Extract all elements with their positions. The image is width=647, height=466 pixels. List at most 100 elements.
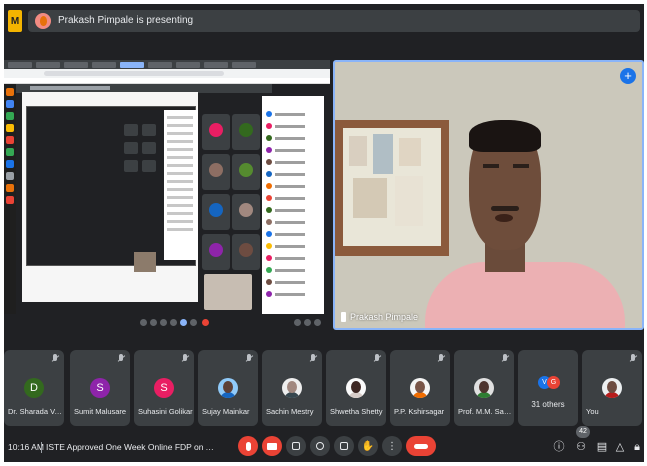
chat-icon[interactable]: ▤ (595, 440, 609, 454)
emoji-icon (316, 442, 324, 450)
shared-dock (4, 84, 16, 320)
participant-name: Prof. M.M. Sam... (458, 407, 514, 416)
presenting-banner[interactable]: Prakash Pimpale is presenting (28, 10, 640, 32)
presenter-shirt (425, 262, 625, 328)
mic-off-icon (245, 441, 251, 451)
avatar (474, 378, 494, 398)
bottom-bar: 10:16 AM ISTE Approved One Week Online F… (4, 426, 644, 462)
shared-address-bar (4, 69, 330, 78)
participant-name: Shwetha Shetty (330, 407, 383, 416)
nested-self-view (134, 252, 156, 272)
shared-tile (202, 114, 230, 150)
avatar (282, 378, 302, 398)
nested-tile (142, 160, 156, 172)
present-button[interactable] (334, 436, 354, 456)
participant-strip: D Dr. Sharada V. ... S Sumit Malusare S … (4, 350, 644, 430)
leave-call-icon (414, 443, 428, 449)
activities-icon[interactable]: △ (613, 440, 627, 454)
shared-tile (202, 194, 230, 230)
presenting-icon (341, 312, 346, 322)
participant-name: Dr. Sharada V. ... (8, 407, 64, 416)
mic-off-icon (501, 354, 510, 364)
presenting-text: Prakash Pimpale is presenting (58, 15, 194, 26)
others-tile[interactable]: V G 31 others (518, 350, 578, 426)
mic-off-icon (309, 354, 318, 364)
avatar: S (90, 378, 110, 398)
participant-tile[interactable]: P.P. Kshirsagar (390, 350, 450, 426)
shared-browser-tabs (4, 60, 330, 69)
participant-tile[interactable]: D Dr. Sharada V. ... (4, 350, 64, 426)
avatar (602, 378, 622, 398)
raise-hand-icon: ✋ (361, 440, 375, 452)
mic-off-icon (629, 354, 638, 364)
participant-name: Sujay Mainkar (202, 407, 250, 416)
mic-off-icon (373, 354, 382, 364)
mic-off-icon (181, 354, 190, 364)
shared-tile (232, 234, 260, 270)
self-tile[interactable]: You (582, 350, 642, 426)
avatar: S (154, 378, 174, 398)
shared-tile (202, 234, 230, 270)
participant-tile[interactable]: S Suhasini Golikar (134, 350, 194, 426)
captions-icon (292, 442, 300, 450)
mic-toggle-button[interactable] (238, 436, 258, 456)
camera-off-icon (267, 442, 277, 450)
participant-name: Sachin Mestry (266, 407, 314, 416)
host-controls-icon[interactable]: 🔒︎ (630, 440, 644, 454)
mic-off-icon (437, 354, 446, 364)
present-icon (340, 442, 348, 450)
meet-window: M Prakash Pimpale is presenting + Prakas… (4, 4, 644, 462)
people-icon[interactable]: ⚇ (574, 440, 588, 454)
participant-name: P.P. Kshirsagar (394, 407, 445, 416)
more-options-button[interactable]: ⋮ (382, 436, 402, 456)
more-options-icon: ⋮ (387, 440, 397, 452)
participant-tile[interactable]: S Sumit Malusare (70, 350, 130, 426)
top-bar: M Prakash Pimpale is presenting (4, 6, 644, 36)
shared-tile (232, 154, 260, 190)
raise-hand-button[interactable]: ✋ (358, 436, 378, 456)
nested-tile (142, 124, 156, 136)
notice-board-papers (343, 128, 441, 246)
participant-tile[interactable]: Sujay Mainkar (198, 350, 258, 426)
presenter-video[interactable]: + Prakash Pimpale (333, 60, 644, 330)
presenter-name-label: Prakash Pimpale (341, 312, 418, 322)
reactions-button[interactable] (310, 436, 330, 456)
participant-tile[interactable]: Prof. M.M. Sam... (454, 350, 514, 426)
meeting-title: ISTE Approved One Week Online FDP on AI … (46, 442, 216, 452)
shared-screen[interactable] (4, 60, 330, 330)
shared-self-view (204, 274, 252, 310)
avatar (346, 378, 366, 398)
shared-people-panel (262, 96, 324, 320)
nested-people-list (164, 110, 198, 260)
leave-call-button[interactable] (406, 436, 436, 456)
participant-tile[interactable]: Sachin Mestry (262, 350, 322, 426)
presenter-avatar-icon (35, 13, 51, 29)
participant-tile[interactable]: Shwetha Shetty (326, 350, 386, 426)
avatar: G (547, 376, 560, 389)
presenter-hair (469, 120, 541, 152)
participant-count-badge: 42 (576, 426, 590, 438)
shared-tile (232, 114, 260, 150)
mic-off-icon (245, 354, 254, 364)
nested-tile (142, 142, 156, 154)
others-count: 31 others (531, 400, 565, 409)
avatar: D (24, 378, 44, 398)
mic-off-icon (51, 354, 60, 364)
avatar (410, 378, 430, 398)
pin-icon[interactable]: + (620, 68, 636, 84)
divider (41, 442, 42, 453)
shared-tile (232, 194, 260, 230)
shared-tile (202, 154, 230, 190)
captions-button[interactable] (286, 436, 306, 456)
nested-tile (124, 124, 138, 136)
nested-tile (124, 160, 138, 172)
info-icon[interactable]: ⓘ (552, 440, 566, 454)
meet-logo-icon: M (8, 10, 22, 32)
avatar (218, 378, 238, 398)
nested-tile (124, 142, 138, 154)
mic-off-icon (117, 354, 126, 364)
participant-name: Sumit Malusare (74, 407, 127, 416)
shared-bottom-bar (4, 314, 330, 330)
meeting-time: 10:16 AM (8, 442, 44, 452)
camera-toggle-button[interactable] (262, 436, 282, 456)
